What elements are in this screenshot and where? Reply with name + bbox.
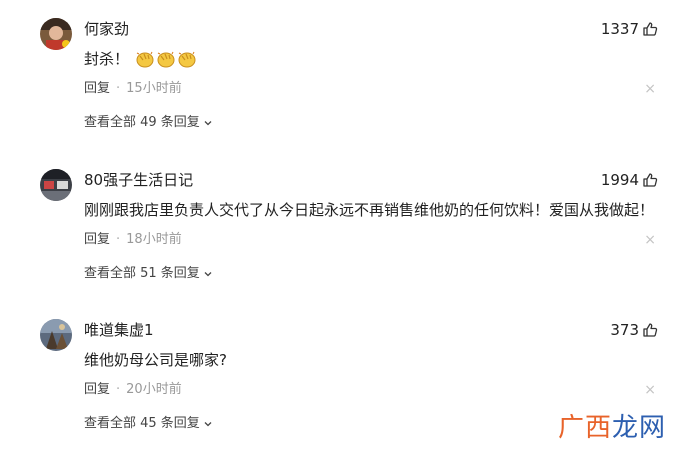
comment-time: 20小时前 xyxy=(126,382,182,397)
watermark-part1: 广西 xyxy=(557,413,612,443)
applause-emoji-icon xyxy=(178,51,196,68)
meta-separator: · xyxy=(116,382,121,397)
thumbs-up-icon xyxy=(643,173,658,187)
view-all-replies-button[interactable]: 查看全部 45 条回复 xyxy=(84,415,213,433)
view-all-replies-button[interactable]: 查看全部 51 条回复 xyxy=(84,265,213,283)
username[interactable]: 80强子生活日记 xyxy=(84,170,193,190)
chevron-down-icon xyxy=(204,272,212,277)
chevron-down-icon xyxy=(204,422,212,427)
like-button[interactable]: 373 xyxy=(610,320,658,340)
view-all-replies-label: 查看全部 45 条回复 xyxy=(84,416,200,431)
applause-emoji-icon xyxy=(157,51,175,68)
comment-list-page: 何家劲 1337 封杀！ 回复 · 15小时前 × 查看全部 49 条回复 80… xyxy=(0,0,700,458)
comment-text: 维他奶母公司是哪家? xyxy=(84,351,227,369)
reply-button[interactable]: 回复 xyxy=(84,80,110,98)
view-all-replies-label: 查看全部 49 条回复 xyxy=(84,115,200,130)
meta-separator: · xyxy=(116,232,121,247)
close-icon[interactable]: × xyxy=(644,381,656,399)
comment-meta: 回复 · 15小时前 xyxy=(84,80,182,98)
comment-meta: 回复 · 18小时前 xyxy=(84,231,182,249)
close-icon[interactable]: × xyxy=(644,231,656,249)
like-button[interactable]: 1337 xyxy=(601,19,658,39)
comment-item: 何家劲 1337 封杀！ 回复 · 15小时前 × 查看全部 49 条回复 xyxy=(0,0,700,140)
thumbs-up-icon xyxy=(643,22,658,36)
avatar[interactable] xyxy=(40,169,72,201)
meta-separator: · xyxy=(116,81,121,96)
username[interactable]: 唯道集虚1 xyxy=(84,320,154,340)
emoji-group xyxy=(135,50,197,68)
applause-emoji-icon xyxy=(136,51,154,68)
comment-text-content: 封杀！ xyxy=(84,50,130,68)
avatar[interactable] xyxy=(40,319,72,351)
comment-text: 封杀！ xyxy=(84,49,197,69)
reply-button[interactable]: 回复 xyxy=(84,231,110,249)
view-all-replies-label: 查看全部 51 条回复 xyxy=(84,266,200,281)
reply-button[interactable]: 回复 xyxy=(84,381,110,399)
comment-time: 18小时前 xyxy=(126,232,182,247)
like-button[interactable]: 1994 xyxy=(601,170,658,190)
like-count: 1994 xyxy=(600,171,639,189)
like-count: 373 xyxy=(610,321,639,339)
like-count: 1337 xyxy=(600,20,639,38)
thumbs-up-icon xyxy=(643,323,658,337)
chevron-down-icon xyxy=(204,121,212,126)
site-watermark: 广西 龙网 xyxy=(558,407,666,444)
avatar[interactable] xyxy=(40,18,72,50)
watermark-part2: 龙网 xyxy=(611,413,666,443)
comment-item: 80强子生活日记 1994 刚刚跟我店里负责人交代了从今日起永远不再销售维他奶的… xyxy=(0,151,700,291)
comment-meta: 回复 · 20小时前 xyxy=(84,381,182,399)
username[interactable]: 何家劲 xyxy=(84,19,129,39)
close-icon[interactable]: × xyxy=(644,80,656,98)
comment-text: 刚刚跟我店里负责人交代了从今日起永远不再销售维他奶的任何饮料！爱国从我做起！ xyxy=(84,201,655,219)
comment-time: 15小时前 xyxy=(126,81,182,96)
view-all-replies-button[interactable]: 查看全部 49 条回复 xyxy=(84,114,213,132)
